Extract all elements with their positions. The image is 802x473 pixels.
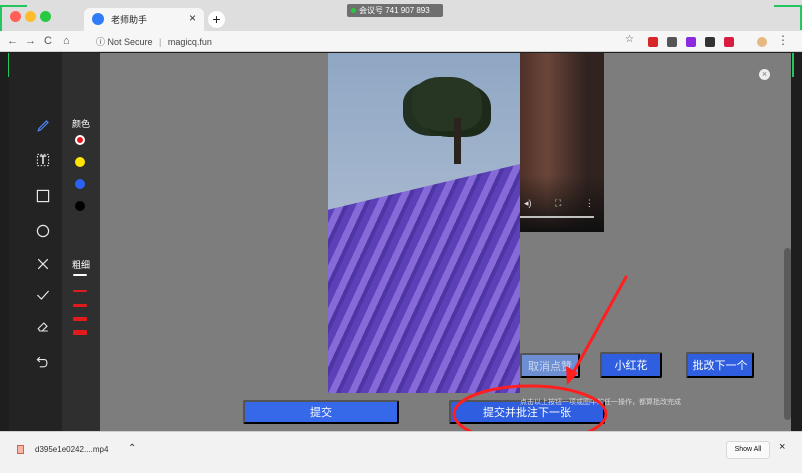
grading-hint: 点击以上按钮一项或图中的任一操作，都算批改完成: [520, 399, 681, 406]
check-icon[interactable]: [35, 287, 51, 303]
url-host: magicq.fun: [167, 37, 212, 47]
home-icon[interactable]: ⌂: [63, 35, 70, 47]
red-color-swatch[interactable]: [75, 135, 85, 145]
line-weight-option[interactable]: [73, 330, 87, 335]
new-tab-icon[interactable]: +: [208, 11, 225, 28]
circle-icon[interactable]: [35, 223, 51, 239]
pen-icon[interactable]: [35, 117, 51, 133]
extension-icon[interactable]: [648, 37, 658, 47]
tree-trunk: [454, 118, 461, 164]
line-weight-option[interactable]: [73, 274, 87, 276]
cross-icon[interactable]: [35, 256, 51, 272]
eraser-icon[interactable]: [35, 319, 51, 335]
back-icon[interactable]: ←: [7, 35, 18, 47]
bookmark-star-icon[interactable]: ☆: [625, 34, 634, 45]
grade-next-button[interactable]: 批改下一个: [686, 352, 754, 378]
close-tab-icon[interactable]: ×: [189, 11, 196, 25]
meeting-number: 会议号 741 907 893: [359, 6, 430, 15]
line-weight-option[interactable]: [73, 290, 87, 292]
cancel-like-button[interactable]: 取消点赞: [520, 353, 580, 378]
forward-icon[interactable]: →: [25, 35, 36, 47]
line-weight-option[interactable]: [73, 317, 87, 321]
rectangle-icon[interactable]: [35, 188, 51, 204]
close-viewer-icon[interactable]: ×: [759, 69, 770, 80]
browser-tab-bar: 老师助手 × + 会议号 741 907 893: [0, 0, 802, 31]
video-progress-bar[interactable]: [520, 216, 594, 218]
screen-share-marker: [0, 5, 27, 7]
drawing-toolbar: [9, 53, 62, 431]
window-close-control[interactable]: [10, 11, 21, 22]
meeting-badge: 会议号 741 907 893: [347, 4, 443, 17]
reload-icon[interactable]: C: [44, 35, 52, 47]
color-label: 颜色: [72, 119, 91, 129]
red-flower-button[interactable]: 小红花: [600, 352, 662, 378]
color-palette: [62, 53, 100, 431]
window-maximize-control[interactable]: [40, 11, 51, 22]
download-item[interactable]: d395e1e0242....mp4 ⌃: [17, 443, 143, 461]
more-icon[interactable]: ⋮: [585, 198, 594, 208]
window-minimize-control[interactable]: [25, 11, 36, 22]
black-color-swatch[interactable]: [75, 201, 85, 211]
submit-button[interactable]: 提交: [243, 400, 399, 424]
address-bar: ← → C ⌂ ⓘ Not Secure | magicq.fun ☆ ⋮: [0, 31, 802, 52]
screen-share-marker: [0, 5, 2, 31]
browser-tab[interactable]: 老师助手 ×: [84, 8, 204, 31]
show-all-downloads-button[interactable]: Show All: [726, 441, 770, 459]
video-file-icon: [17, 445, 24, 454]
tree-crown: [412, 77, 482, 131]
url-security-label: ⓘ Not Secure: [96, 37, 153, 47]
extension-icon[interactable]: [686, 37, 696, 47]
live-status-icon: [351, 8, 356, 13]
profile-avatar-icon[interactable]: [757, 37, 767, 47]
url-field[interactable]: ⓘ Not Secure | magicq.fun: [96, 35, 212, 48]
url-separator: |: [159, 37, 162, 47]
close-downloads-icon[interactable]: ×: [779, 441, 785, 453]
screen: 老师助手 × + 会议号 741 907 893 ← → C ⌂ ⓘ Not S…: [0, 0, 802, 473]
volume-icon[interactable]: ◂): [524, 198, 532, 208]
tab-title: 老师助手: [111, 15, 148, 25]
qr-code-icon[interactable]: [667, 37, 677, 47]
text-icon[interactable]: [35, 152, 51, 168]
line-weight-option[interactable]: [73, 304, 87, 307]
chevron-up-icon[interactable]: ⌃: [128, 443, 136, 454]
flag-icon[interactable]: [724, 37, 734, 47]
thickness-label: 粗细: [72, 260, 91, 270]
scrollbar-thumb[interactable]: [784, 248, 791, 420]
undo-icon[interactable]: [35, 354, 51, 370]
screen-share-marker: [774, 5, 802, 7]
screen-share-marker: [792, 53, 794, 77]
download-bar: d395e1e0242....mp4 ⌃ Show All ×: [0, 431, 802, 473]
blue-color-swatch[interactable]: [75, 179, 85, 189]
yellow-color-swatch[interactable]: [75, 157, 85, 167]
video-controls[interactable]: ◂) ⛶ ⋮: [524, 198, 594, 209]
download-file-name: d395e1e0242....mp4: [35, 445, 109, 454]
fullscreen-icon[interactable]: ⛶: [555, 198, 561, 208]
extension-icon[interactable]: [705, 37, 715, 47]
teacher-assistant-icon: [92, 13, 104, 25]
more-menu-icon[interactable]: ⋮: [777, 33, 789, 47]
